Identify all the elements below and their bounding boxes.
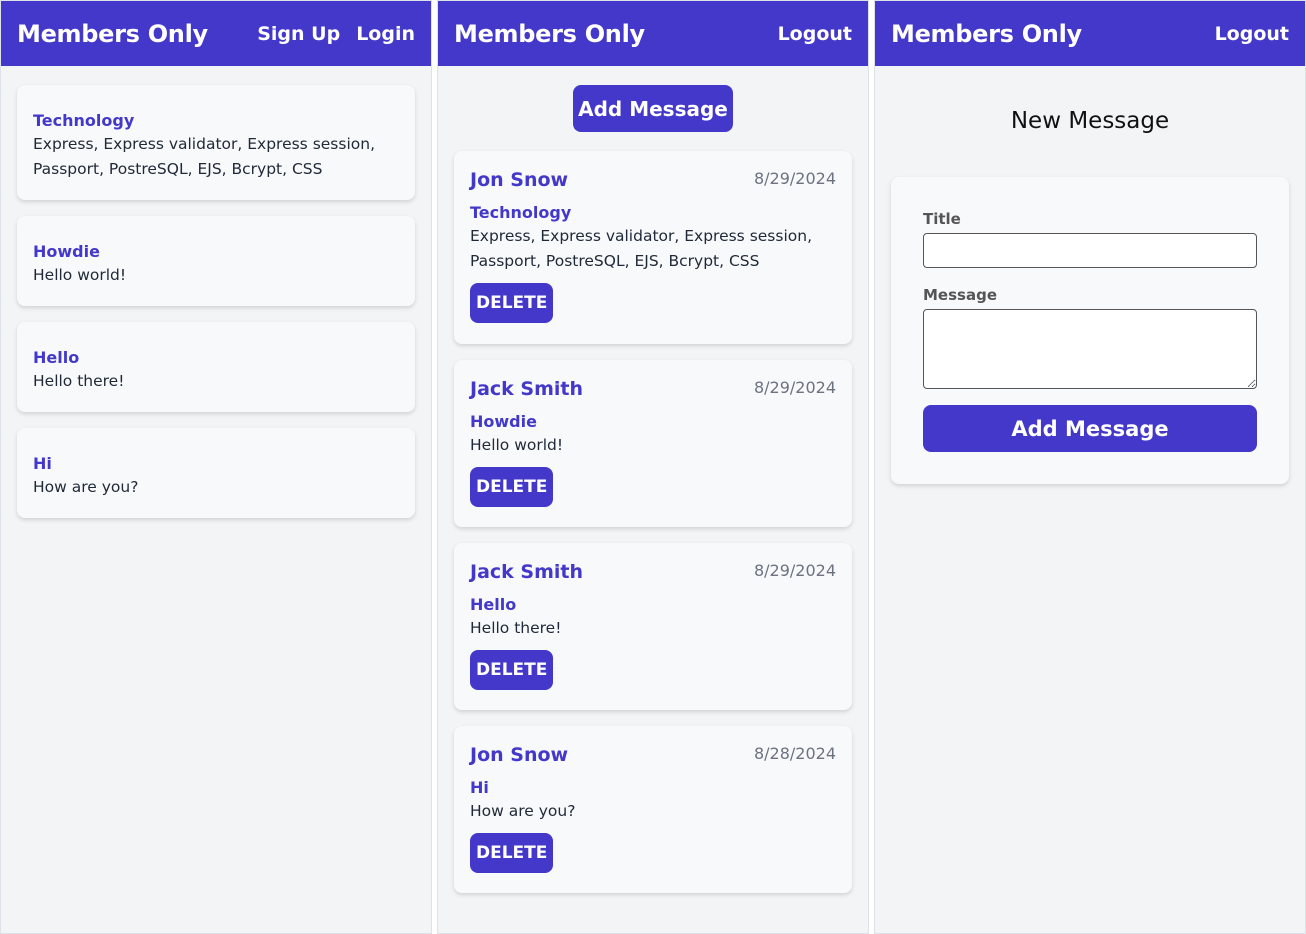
panel-public-view: Members Only Sign Up Login Technology Ex…	[0, 0, 432, 934]
message-text: Express, Express validator, Express sess…	[33, 135, 375, 178]
new-message-form: Title Message Add Message	[891, 177, 1289, 484]
message-text: Hello world!	[470, 436, 564, 454]
message-textarea[interactable]	[923, 309, 1257, 389]
delete-button[interactable]: DELETE	[470, 283, 554, 323]
message-title: Technology	[470, 203, 572, 222]
message-date: 8/29/2024	[753, 378, 836, 397]
message-title: Hi	[470, 778, 489, 797]
submit-message-button[interactable]: Add Message	[923, 405, 1257, 452]
title-label: Title	[923, 210, 961, 228]
message-card: Howdie Hello world!	[17, 216, 415, 306]
app-title[interactable]: Members Only	[17, 20, 208, 48]
message-text: Hello there!	[470, 619, 562, 637]
message-card: Hi How are you?	[17, 428, 415, 518]
delete-button[interactable]: DELETE	[470, 467, 554, 507]
nav: Logout	[778, 23, 852, 45]
message-card: Technology Express, Express validator, E…	[17, 85, 415, 200]
title-input[interactable]	[923, 233, 1257, 268]
message-card: Jon Snow 8/28/2024 Hi How are you? DELET…	[454, 726, 852, 893]
message-text: Express, Express validator, Express sess…	[470, 227, 812, 270]
app-title[interactable]: Members Only	[454, 20, 645, 48]
message-text: How are you?	[33, 478, 139, 496]
delete-button[interactable]: DELETE	[470, 833, 554, 873]
message-card: Jack Smith 8/29/2024 Howdie Hello world!…	[454, 360, 852, 527]
message-title: Hello	[470, 595, 517, 614]
message-text: Hello world!	[33, 266, 127, 284]
message-date: 8/28/2024	[753, 744, 836, 763]
message-title: Hello	[33, 348, 80, 367]
message-date: 8/29/2024	[753, 169, 836, 188]
message-card: Hello Hello there!	[17, 322, 415, 412]
message-label: Message	[923, 286, 997, 304]
add-message-button[interactable]: Add Message	[573, 85, 733, 132]
nav: Logout	[1215, 23, 1289, 45]
header: Members Only Sign Up Login	[1, 1, 431, 66]
message-card: Jack Smith 8/29/2024 Hello Hello there! …	[454, 543, 852, 710]
message-card: Jon Snow 8/29/2024 Technology Express, E…	[454, 151, 852, 344]
panel-admin-view: Members Only Logout Add Message Jon Snow…	[437, 0, 869, 934]
nav: Sign Up Login	[257, 23, 415, 45]
logout-link[interactable]: Logout	[1215, 23, 1289, 45]
login-link[interactable]: Login	[356, 23, 415, 45]
header: Members Only Logout	[875, 1, 1305, 66]
page-title: New Message	[1010, 108, 1170, 134]
panel-new-message: Members Only Logout New Message Title Me…	[874, 0, 1306, 934]
message-title: Hi	[33, 454, 52, 473]
message-title: Technology	[33, 111, 135, 130]
app-title[interactable]: Members Only	[891, 20, 1082, 48]
message-date: 8/29/2024	[753, 561, 836, 580]
message-title: Howdie	[470, 412, 537, 431]
header: Members Only Logout	[438, 1, 868, 66]
logout-link[interactable]: Logout	[778, 23, 852, 45]
signup-link[interactable]: Sign Up	[257, 23, 340, 45]
message-text: Hello there!	[33, 372, 125, 390]
delete-button[interactable]: DELETE	[470, 650, 554, 690]
message-text: How are you?	[470, 802, 576, 820]
message-title: Howdie	[33, 242, 100, 261]
